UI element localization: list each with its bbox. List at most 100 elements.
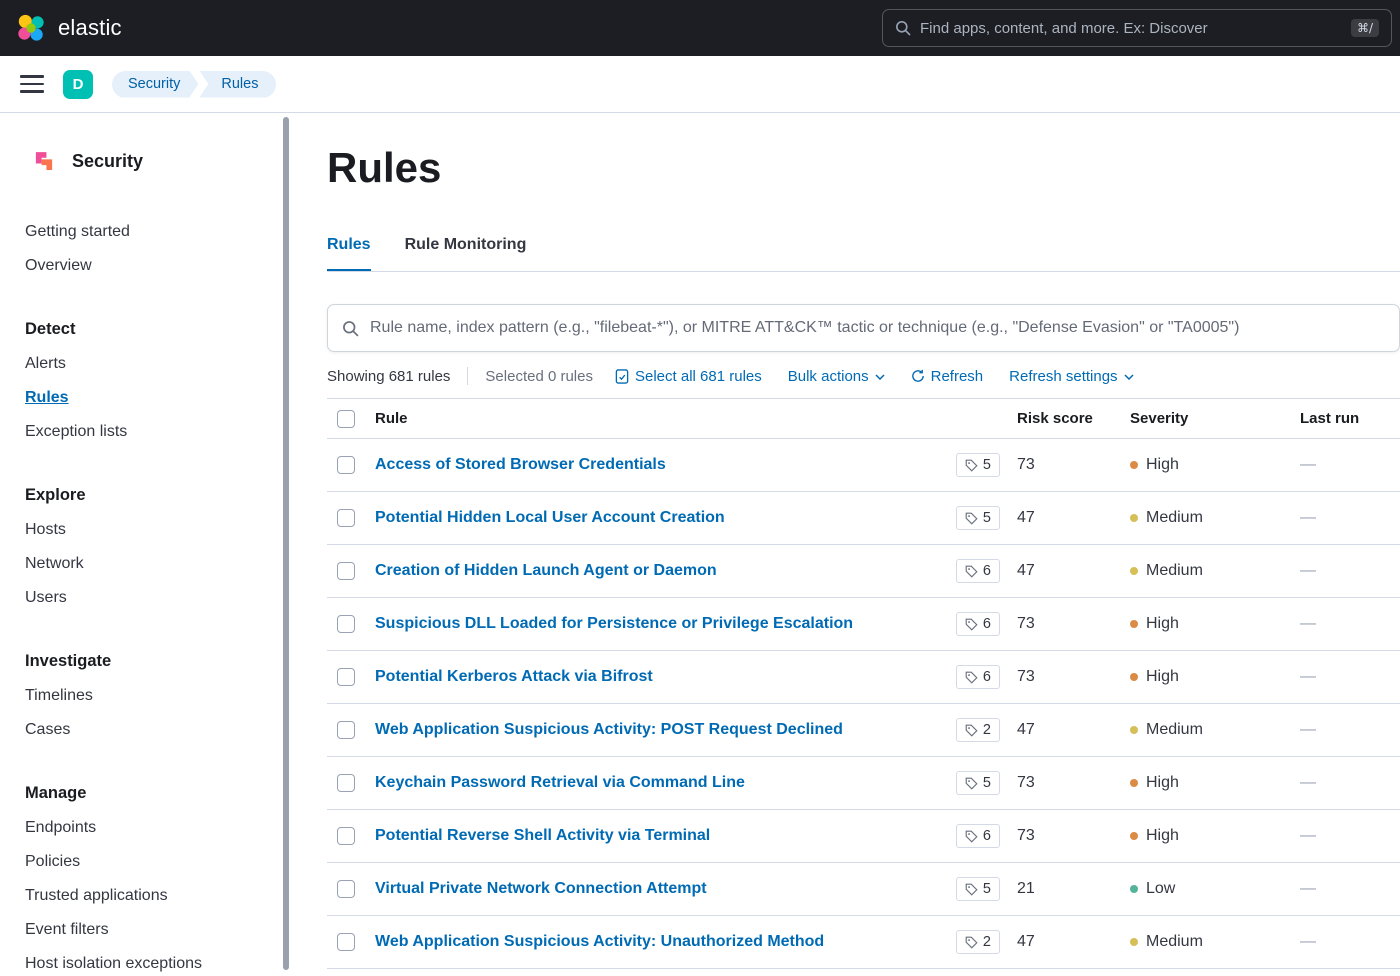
severity: Low [1117, 880, 1300, 898]
severity-dot-icon [1130, 832, 1138, 840]
app-title: Security [72, 151, 143, 172]
keyboard-shortcut-badge: ⌘/ [1351, 19, 1379, 37]
select-all-button[interactable]: Select all 681 rules [615, 368, 762, 385]
sidebar-item-policies[interactable]: Policies [25, 845, 290, 879]
sidebar-item-users[interactable]: Users [25, 581, 290, 615]
refresh-settings-button[interactable]: Refresh settings [1009, 368, 1133, 385]
brand-name: elastic [58, 15, 122, 41]
sidebar-item-overview[interactable]: Overview [25, 249, 290, 283]
rule-link[interactable]: Potential Hidden Local User Account Crea… [375, 509, 725, 526]
row-checkbox[interactable] [337, 562, 355, 580]
tags-count: 5 [983, 510, 991, 526]
rules-search-input[interactable]: Rule name, index pattern (e.g., "filebea… [327, 304, 1400, 352]
severity: High [1117, 827, 1300, 845]
column-header-rule[interactable]: Rule [375, 410, 934, 427]
select-all-checkbox[interactable] [337, 410, 355, 428]
tags-badge[interactable]: 5 [956, 877, 1000, 901]
row-checkbox[interactable] [337, 721, 355, 739]
breadcrumb-rules[interactable]: Rules [199, 71, 276, 98]
sidebar-item-cases[interactable]: Cases [25, 713, 290, 747]
global-search-input[interactable]: Find apps, content, and more. Ex: Discov… [882, 9, 1392, 47]
table-row: Suspicious DLL Loaded for Persistence or… [327, 598, 1400, 651]
row-checkbox[interactable] [337, 509, 355, 527]
column-header-severity[interactable]: Severity [1117, 410, 1300, 427]
tags-badge[interactable]: 5 [956, 506, 1000, 530]
rule-link[interactable]: Access of Stored Browser Credentials [375, 456, 666, 473]
tags-count: 6 [983, 563, 991, 579]
rule-link[interactable]: Creation of Hidden Launch Agent or Daemo… [375, 562, 717, 579]
sidebar-item-getting-started[interactable]: Getting started [25, 215, 290, 249]
rule-link[interactable]: Potential Reverse Shell Activity via Ter… [375, 827, 710, 844]
chevron-down-icon [1124, 374, 1134, 380]
tags-badge[interactable]: 6 [956, 559, 1000, 583]
breadcrumb: Security Rules [112, 71, 276, 98]
tags-badge[interactable]: 5 [956, 771, 1000, 795]
last-run: — [1300, 668, 1400, 686]
sidebar-item-timelines[interactable]: Timelines [25, 679, 290, 713]
risk-score: 47 [1000, 509, 1117, 527]
severity-dot-icon [1130, 620, 1138, 628]
refresh-icon [911, 369, 925, 383]
refresh-button[interactable]: Refresh [911, 368, 984, 385]
bulk-actions-button[interactable]: Bulk actions [788, 368, 885, 385]
tag-icon [965, 830, 978, 843]
menu-icon[interactable] [20, 75, 44, 93]
table-row: Potential Reverse Shell Activity via Ter… [327, 810, 1400, 863]
tags-count: 5 [983, 775, 991, 791]
risk-score: 73 [1000, 668, 1117, 686]
rule-link[interactable]: Suspicious DLL Loaded for Persistence or… [375, 615, 853, 632]
column-header-risk-score[interactable]: Risk score [1000, 410, 1117, 427]
severity: High [1117, 456, 1300, 474]
search-icon [342, 320, 359, 337]
sidebar-item-network[interactable]: Network [25, 547, 290, 581]
space-badge[interactable]: D [63, 70, 93, 99]
row-checkbox[interactable] [337, 880, 355, 898]
tag-icon [965, 777, 978, 790]
rule-link[interactable]: Virtual Private Network Connection Attem… [375, 880, 707, 897]
page-title: Rules [327, 145, 1400, 191]
rule-link[interactable]: Web Application Suspicious Activity: POS… [375, 721, 843, 738]
row-checkbox[interactable] [337, 774, 355, 792]
tag-icon [965, 565, 978, 578]
sidebar-item-event-filters[interactable]: Event filters [25, 913, 290, 947]
sidebar-item-exception-lists[interactable]: Exception lists [25, 415, 290, 449]
tab-rules[interactable]: Rules [327, 233, 371, 271]
risk-score: 73 [1000, 774, 1117, 792]
row-checkbox[interactable] [337, 933, 355, 951]
tags-badge[interactable]: 6 [956, 665, 1000, 689]
main-content: Rules Rules Rule Monitoring Rule name, in… [290, 113, 1400, 976]
rule-link[interactable]: Keychain Password Retrieval via Command … [375, 774, 745, 791]
tags-badge[interactable]: 2 [956, 718, 1000, 742]
sidebar-item-host-isolation-exceptions[interactable]: Host isolation exceptions [25, 947, 290, 976]
sidebar-item-trusted-applications[interactable]: Trusted applications [25, 879, 290, 913]
sidebar-item-rules[interactable]: Rules [25, 381, 290, 415]
tags-badge[interactable]: 6 [956, 824, 1000, 848]
row-checkbox[interactable] [337, 668, 355, 686]
table-row: Access of Stored Browser Credentials573H… [327, 439, 1400, 492]
rule-link[interactable]: Web Application Suspicious Activity: Una… [375, 933, 824, 950]
tag-icon [965, 936, 978, 949]
tags-badge[interactable]: 6 [956, 612, 1000, 636]
breadcrumb-security[interactable]: Security [112, 71, 198, 98]
tag-icon [965, 883, 978, 896]
table-body: Access of Stored Browser Credentials 5 73 H… [327, 439, 1400, 969]
rule-link[interactable]: Potential Kerberos Attack via Bifrost [375, 668, 653, 685]
breadcrumb-bar: D Security Rules [0, 56, 1400, 113]
sidebar-item-alerts[interactable]: Alerts [25, 347, 290, 381]
elastic-logo-icon[interactable] [16, 13, 46, 43]
sidebar-scrollbar[interactable] [283, 117, 289, 970]
risk-score: 21 [1000, 880, 1117, 898]
last-run: — [1300, 615, 1400, 633]
sidebar-item-endpoints[interactable]: Endpoints [25, 811, 290, 845]
row-checkbox[interactable] [337, 615, 355, 633]
row-checkbox[interactable] [337, 456, 355, 474]
sidebar-item-hosts[interactable]: Hosts [25, 513, 290, 547]
rules-search-placeholder: Rule name, index pattern (e.g., "filebea… [370, 319, 1239, 337]
column-header-last-run[interactable]: Last run [1300, 410, 1400, 427]
global-header: elastic Find apps, content, and more. Ex… [0, 0, 1400, 56]
tab-rule-monitoring[interactable]: Rule Monitoring [405, 233, 527, 271]
severity-dot-icon [1130, 885, 1138, 893]
tags-badge[interactable]: 2 [956, 930, 1000, 954]
row-checkbox[interactable] [337, 827, 355, 845]
tags-badge[interactable]: 5 [956, 453, 1000, 477]
